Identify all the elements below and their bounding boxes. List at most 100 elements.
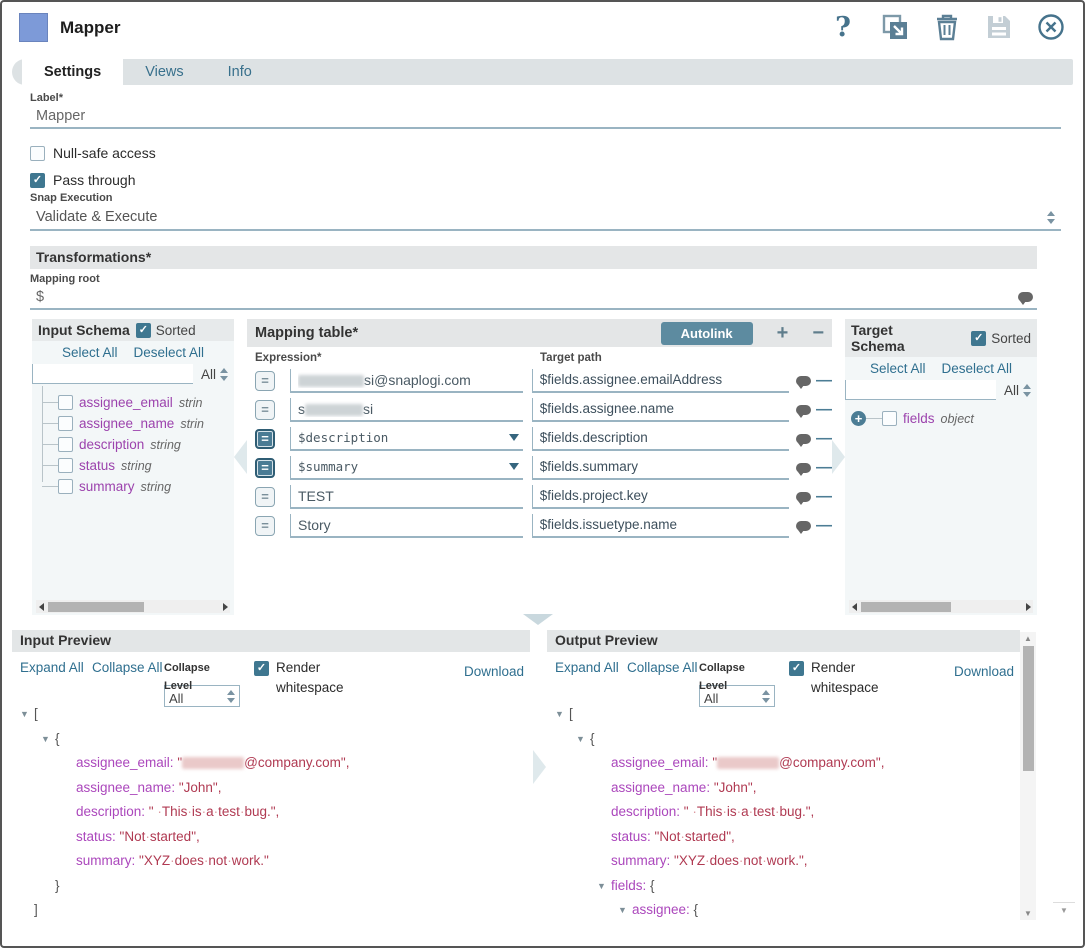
mapping-root-input[interactable]: $ (30, 287, 1037, 310)
tab-info[interactable]: Info (206, 59, 274, 85)
json-value: { (55, 731, 60, 746)
expression-toggle-button[interactable]: = (255, 516, 275, 536)
scroll-down-icon[interactable]: ▼ (1020, 909, 1036, 918)
output-preview-vscrollbar[interactable]: ▲ ▼ (1020, 632, 1036, 920)
input-deselect-all-link[interactable]: Deselect All (133, 345, 204, 360)
schema-item-checkbox[interactable] (882, 411, 897, 426)
expanded-node-icon[interactable]: ▼ (555, 703, 569, 727)
add-row-button[interactable]: + (777, 323, 789, 343)
expanded-node-icon[interactable]: ▼ (20, 703, 34, 727)
remove-row-button[interactable]: − (812, 323, 824, 343)
input-schema-filter-input[interactable] (32, 364, 193, 384)
expression-input[interactable]: TEST (290, 485, 523, 509)
expression-toggle-button[interactable]: = (255, 458, 275, 478)
tab-views[interactable]: Views (123, 59, 205, 85)
scroll-up-icon[interactable]: ▲ (1020, 634, 1036, 643)
comment-bubble-icon[interactable] (796, 434, 811, 444)
output-collapse-all-link[interactable]: Collapse All (627, 658, 699, 678)
collapse-mapping-handle[interactable] (523, 614, 553, 625)
expression-input[interactable]: si@snaplogi.com (290, 369, 523, 393)
delete-row-icon[interactable]: — (816, 431, 832, 447)
target-select-all-link[interactable]: Select All (870, 361, 926, 376)
schema-item-checkbox[interactable] (58, 416, 73, 431)
snap-execution-select[interactable]: Validate & Execute (30, 206, 1061, 231)
pass-through-checkbox[interactable] (30, 173, 45, 188)
schema-item-checkbox[interactable] (58, 437, 73, 452)
schema-item-checkbox[interactable] (58, 479, 73, 494)
null-safe-checkbox[interactable] (30, 146, 45, 161)
expression-input[interactable]: ssi (290, 398, 523, 422)
expression-toggle-button[interactable]: = (255, 429, 275, 449)
delete-row-icon[interactable]: — (816, 460, 832, 476)
target-sorted-checkbox[interactable] (971, 331, 986, 346)
spinner-icon[interactable] (218, 368, 230, 381)
output-expand-all-link[interactable]: Expand All (555, 658, 627, 678)
expanded-node-icon[interactable]: ▼ (41, 728, 55, 752)
input-collapse-level-control[interactable]: Collapse Level All (164, 658, 240, 707)
expanded-node-icon[interactable]: ▼ (576, 728, 590, 752)
input-schema-hscrollbar[interactable] (36, 600, 230, 613)
input-collapse-all-link[interactable]: Collapse All (92, 658, 164, 678)
delete-row-icon[interactable]: — (816, 518, 832, 534)
output-collapse-level-control[interactable]: Collapse Level All (699, 658, 775, 707)
export-icon[interactable] (881, 12, 909, 42)
target-path-input[interactable]: $fields.description (532, 427, 789, 451)
comment-bubble-icon[interactable] (796, 492, 811, 502)
target-schema-filter-input[interactable] (845, 380, 996, 400)
help-icon[interactable]: ? (829, 12, 857, 42)
autolink-button[interactable]: Autolink (661, 322, 753, 345)
delete-row-icon[interactable]: — (816, 489, 832, 505)
expression-toggle-button[interactable]: = (255, 371, 275, 391)
schema-item-checkbox[interactable] (58, 458, 73, 473)
comment-bubble-icon[interactable] (796, 463, 811, 473)
target-path-input[interactable]: $fields.project.key (532, 485, 789, 509)
input-download-link[interactable]: Download (464, 658, 524, 679)
collapse-target-schema-handle[interactable] (832, 440, 845, 474)
target-path-input[interactable]: $fields.assignee.name (532, 398, 789, 422)
delete-row-icon[interactable]: — (816, 402, 832, 418)
comment-bubble-icon[interactable] (796, 376, 811, 386)
expression-input[interactable]: Story (290, 514, 523, 538)
target-path-input[interactable]: $fields.assignee.emailAddress (532, 369, 789, 393)
input-expand-all-link[interactable]: Expand All (20, 658, 92, 678)
target-path-input[interactable]: $fields.issuetype.name (532, 514, 789, 538)
spinner-icon[interactable] (1045, 211, 1057, 224)
expanded-node-icon[interactable]: ▼ (618, 899, 632, 923)
tab-settings[interactable]: Settings (22, 59, 123, 85)
expression-dropdown-icon[interactable] (509, 463, 519, 470)
expand-node-icon[interactable]: + (851, 411, 866, 426)
comment-bubble-icon[interactable] (796, 405, 811, 415)
input-schema-title: Input Schema (38, 322, 130, 338)
expression-toggle-button[interactable]: = (255, 487, 275, 507)
schema-item-type: string (141, 480, 172, 494)
comment-bubble-icon[interactable] (796, 521, 811, 531)
save-icon[interactable] (985, 12, 1013, 42)
target-path-input[interactable]: $fields.summary (532, 456, 789, 480)
input-sorted-checkbox[interactable] (136, 323, 151, 338)
spinner-icon[interactable] (1021, 384, 1033, 397)
preview-split-handle[interactable] (533, 750, 546, 784)
expression-input[interactable]: $description (290, 427, 523, 451)
output-download-link[interactable]: Download (954, 658, 1014, 679)
input-select-all-link[interactable]: Select All (62, 345, 118, 360)
close-icon[interactable] (1037, 12, 1065, 42)
output-render-whitespace-checkbox[interactable] (789, 661, 804, 676)
json-line: ▼[ (555, 702, 1020, 727)
target-deselect-all-link[interactable]: Deselect All (941, 361, 1012, 376)
scroll-thumb[interactable] (1023, 646, 1034, 771)
schema-item-checkbox[interactable] (58, 395, 73, 410)
input-render-whitespace-checkbox[interactable] (254, 661, 269, 676)
expression-toggle-button[interactable]: = (255, 400, 275, 420)
dialog-scroll-down-icon[interactable]: ▼ (1053, 902, 1075, 918)
spinner-icon[interactable] (760, 690, 772, 703)
expression-input[interactable]: $summary (290, 456, 523, 480)
collapse-input-schema-handle[interactable] (234, 440, 247, 474)
spinner-icon[interactable] (225, 690, 237, 703)
delete-row-icon[interactable]: — (816, 373, 832, 389)
target-schema-hscrollbar[interactable] (849, 600, 1033, 613)
comment-bubble-icon[interactable] (1018, 292, 1033, 302)
label-input[interactable]: Mapper (30, 106, 1061, 129)
expression-dropdown-icon[interactable] (509, 434, 519, 441)
delete-icon[interactable] (933, 12, 961, 42)
expanded-node-icon[interactable]: ▼ (597, 875, 611, 899)
